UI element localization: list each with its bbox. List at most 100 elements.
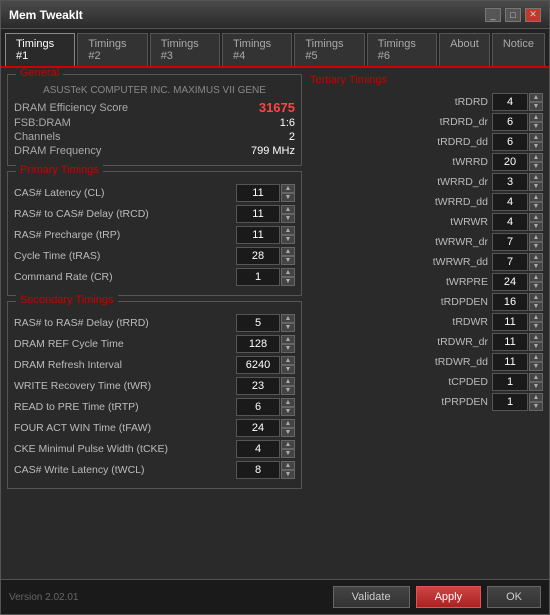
- tab-timings5[interactable]: Timings #5: [294, 33, 364, 66]
- tert-up-13[interactable]: ▲: [529, 353, 543, 362]
- tert-input-15[interactable]: [492, 393, 528, 411]
- tert-up-8[interactable]: ▲: [529, 253, 543, 262]
- tert-up-15[interactable]: ▲: [529, 393, 543, 402]
- secondary-3-down-arrow[interactable]: ▼: [281, 386, 295, 395]
- apply-button[interactable]: Apply: [416, 586, 482, 608]
- secondary-6-up-arrow[interactable]: ▲: [281, 440, 295, 449]
- tert-input-3[interactable]: [492, 153, 528, 171]
- primary-2-up-arrow[interactable]: ▲: [281, 226, 295, 235]
- tert-input-1[interactable]: [492, 113, 528, 131]
- secondary-5-up-arrow[interactable]: ▲: [281, 419, 295, 428]
- tert-input-8[interactable]: [492, 253, 528, 271]
- tert-input-14[interactable]: [492, 373, 528, 391]
- tert-down-11[interactable]: ▼: [529, 322, 543, 331]
- tert-up-11[interactable]: ▲: [529, 313, 543, 322]
- tert-down-3[interactable]: ▼: [529, 162, 543, 171]
- secondary-4-input[interactable]: [236, 398, 280, 416]
- tert-down-7[interactable]: ▼: [529, 242, 543, 251]
- tert-up-3[interactable]: ▲: [529, 153, 543, 162]
- secondary-4-up-arrow[interactable]: ▲: [281, 398, 295, 407]
- secondary-5-input[interactable]: [236, 419, 280, 437]
- ok-button[interactable]: OK: [487, 586, 541, 608]
- tert-down-10[interactable]: ▼: [529, 302, 543, 311]
- primary-0-down-arrow[interactable]: ▼: [281, 193, 295, 202]
- tert-input-4[interactable]: [492, 173, 528, 191]
- secondary-0-down-arrow[interactable]: ▼: [281, 323, 295, 332]
- tert-input-11[interactable]: [492, 313, 528, 331]
- tert-down-0[interactable]: ▼: [529, 102, 543, 111]
- tert-down-1[interactable]: ▼: [529, 122, 543, 131]
- secondary-1-down-arrow[interactable]: ▼: [281, 344, 295, 353]
- tert-up-2[interactable]: ▲: [529, 133, 543, 142]
- tert-up-14[interactable]: ▲: [529, 373, 543, 382]
- primary-1-up-arrow[interactable]: ▲: [281, 205, 295, 214]
- minimize-button[interactable]: _: [485, 8, 501, 22]
- tert-down-9[interactable]: ▼: [529, 282, 543, 291]
- primary-2-input[interactable]: [236, 226, 280, 244]
- tert-down-4[interactable]: ▼: [529, 182, 543, 191]
- tert-down-12[interactable]: ▼: [529, 342, 543, 351]
- tert-up-0[interactable]: ▲: [529, 93, 543, 102]
- tert-down-13[interactable]: ▼: [529, 362, 543, 371]
- validate-button[interactable]: Validate: [333, 586, 410, 608]
- secondary-2-down-arrow[interactable]: ▼: [281, 365, 295, 374]
- tert-up-4[interactable]: ▲: [529, 173, 543, 182]
- close-button[interactable]: ✕: [525, 8, 541, 22]
- tert-input-6[interactable]: [492, 213, 528, 231]
- tert-input-0[interactable]: [492, 93, 528, 111]
- secondary-1-input[interactable]: [236, 335, 280, 353]
- tert-input-10[interactable]: [492, 293, 528, 311]
- tab-timings4[interactable]: Timings #4: [222, 33, 292, 66]
- tert-down-6[interactable]: ▼: [529, 222, 543, 231]
- primary-0-input[interactable]: [236, 184, 280, 202]
- primary-1-down-arrow[interactable]: ▼: [281, 214, 295, 223]
- tert-up-6[interactable]: ▲: [529, 213, 543, 222]
- tert-up-7[interactable]: ▲: [529, 233, 543, 242]
- secondary-7-input[interactable]: [236, 461, 280, 479]
- primary-3-up-arrow[interactable]: ▲: [281, 247, 295, 256]
- secondary-0-input[interactable]: [236, 314, 280, 332]
- maximize-button[interactable]: □: [505, 8, 521, 22]
- tert-input-9[interactable]: [492, 273, 528, 291]
- tab-timings1[interactable]: Timings #1: [5, 33, 75, 66]
- primary-4-up-arrow[interactable]: ▲: [281, 268, 295, 277]
- secondary-0-up-arrow[interactable]: ▲: [281, 314, 295, 323]
- tert-down-8[interactable]: ▼: [529, 262, 543, 271]
- tert-up-5[interactable]: ▲: [529, 193, 543, 202]
- tert-down-2[interactable]: ▼: [529, 142, 543, 151]
- secondary-1-up-arrow[interactable]: ▲: [281, 335, 295, 344]
- tert-up-9[interactable]: ▲: [529, 273, 543, 282]
- tert-input-2[interactable]: [492, 133, 528, 151]
- secondary-4-down-arrow[interactable]: ▼: [281, 407, 295, 416]
- tab-timings2[interactable]: Timings #2: [77, 33, 147, 66]
- tert-up-12[interactable]: ▲: [529, 333, 543, 342]
- tab-about[interactable]: About: [439, 33, 490, 66]
- tab-timings6[interactable]: Timings #6: [367, 33, 437, 66]
- tert-up-10[interactable]: ▲: [529, 293, 543, 302]
- secondary-3-input[interactable]: [236, 377, 280, 395]
- tert-down-15[interactable]: ▼: [529, 402, 543, 411]
- secondary-7-up-arrow[interactable]: ▲: [281, 461, 295, 470]
- secondary-3-up-arrow[interactable]: ▲: [281, 377, 295, 386]
- secondary-7-down-arrow[interactable]: ▼: [281, 470, 295, 479]
- primary-0-up-arrow[interactable]: ▲: [281, 184, 295, 193]
- tab-notice[interactable]: Notice: [492, 33, 545, 66]
- primary-3-down-arrow[interactable]: ▼: [281, 256, 295, 265]
- primary-1-input[interactable]: [236, 205, 280, 223]
- tert-up-1[interactable]: ▲: [529, 113, 543, 122]
- secondary-2-input[interactable]: [236, 356, 280, 374]
- primary-4-input[interactable]: [236, 268, 280, 286]
- tab-timings3[interactable]: Timings #3: [150, 33, 220, 66]
- tert-input-13[interactable]: [492, 353, 528, 371]
- secondary-2-up-arrow[interactable]: ▲: [281, 356, 295, 365]
- tert-down-5[interactable]: ▼: [529, 202, 543, 211]
- secondary-6-down-arrow[interactable]: ▼: [281, 449, 295, 458]
- primary-4-down-arrow[interactable]: ▼: [281, 277, 295, 286]
- secondary-5-down-arrow[interactable]: ▼: [281, 428, 295, 437]
- primary-2-down-arrow[interactable]: ▼: [281, 235, 295, 244]
- tert-input-7[interactable]: [492, 233, 528, 251]
- tert-input-5[interactable]: [492, 193, 528, 211]
- tert-down-14[interactable]: ▼: [529, 382, 543, 391]
- secondary-6-input[interactable]: [236, 440, 280, 458]
- primary-3-input[interactable]: [236, 247, 280, 265]
